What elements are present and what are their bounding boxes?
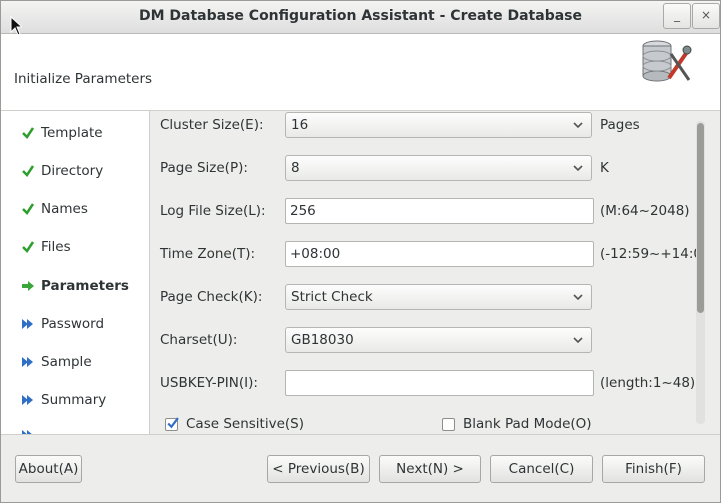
wizard-header: Initialize Parameters bbox=[1, 34, 720, 111]
button-bar: About(A) < Previous(B) Next(N) > Cancel(… bbox=[1, 434, 720, 502]
window-title: DM Database Configuration Assistant - Cr… bbox=[138, 8, 582, 24]
minimize-icon: _ bbox=[674, 8, 680, 22]
finish-button[interactable]: Finish(F) bbox=[602, 455, 705, 483]
checkbox-box[interactable] bbox=[165, 416, 179, 431]
database-config-icon bbox=[642, 40, 692, 82]
time-zone-range: (-12:59~+14:0 bbox=[600, 246, 696, 262]
scrollbar-thumb[interactable] bbox=[697, 123, 704, 313]
checkmark-icon bbox=[167, 416, 179, 428]
cluster-size-value: 16 bbox=[291, 117, 309, 133]
double-arrow-icon bbox=[22, 357, 33, 367]
step-label: Password bbox=[41, 316, 105, 332]
usbkey-pin-label: USBKEY-PIN(I): bbox=[160, 375, 258, 391]
step-names[interactable]: Names bbox=[21, 199, 88, 219]
page-size-select[interactable]: 8 bbox=[285, 155, 592, 181]
chevron-down-icon bbox=[573, 294, 583, 301]
previous-button[interactable]: < Previous(B) bbox=[267, 455, 370, 483]
parameters-panel: Cluster Size(E): 16 Pages Page Size(P): … bbox=[150, 111, 720, 434]
time-zone-input[interactable]: +08:00 bbox=[285, 241, 594, 267]
step-label: Names bbox=[41, 201, 88, 217]
blank-pad-mode-checkbox[interactable]: Blank Pad Mode(O) bbox=[442, 416, 592, 432]
time-zone-value: +08:00 bbox=[290, 246, 341, 262]
about-button[interactable]: About(A) bbox=[15, 455, 82, 483]
step-label: Template bbox=[41, 125, 103, 141]
step-parameters[interactable]: Parameters bbox=[21, 276, 129, 296]
page-size-unit: K bbox=[600, 160, 609, 176]
vertical-scrollbar[interactable] bbox=[696, 121, 705, 424]
cluster-size-unit: Pages bbox=[600, 117, 640, 133]
title-bar: DM Database Configuration Assistant - Cr… bbox=[1, 1, 720, 34]
usbkey-pin-input[interactable] bbox=[285, 370, 594, 396]
cluster-size-select[interactable]: 16 bbox=[285, 112, 592, 138]
blank-pad-mode-label: Blank Pad Mode(O) bbox=[463, 416, 592, 432]
chevron-down-icon bbox=[573, 165, 583, 172]
charset-select[interactable]: GB18030 bbox=[285, 327, 592, 353]
charset-label: Charset(U): bbox=[160, 332, 238, 348]
usbkey-pin-length: (length:1~48) bbox=[600, 375, 696, 391]
step-label: Files bbox=[41, 239, 71, 255]
case-sensitive-label: Case Sensitive(S) bbox=[186, 416, 304, 432]
step-label: Parameters bbox=[41, 278, 129, 294]
check-icon bbox=[22, 127, 35, 139]
arrow-right-icon bbox=[22, 281, 34, 291]
step-label: Summary bbox=[41, 392, 107, 408]
header-title: Initialize Parameters bbox=[14, 71, 153, 87]
step-label: Directory bbox=[41, 163, 104, 179]
page-check-select[interactable]: Strict Check bbox=[285, 284, 592, 310]
next-button[interactable]: Next(N) > bbox=[379, 455, 481, 483]
cancel-button[interactable]: Cancel(C) bbox=[490, 455, 593, 483]
checkbox-box[interactable] bbox=[442, 417, 455, 431]
check-icon bbox=[22, 241, 35, 253]
chevron-down-icon bbox=[573, 122, 583, 129]
close-button[interactable]: × bbox=[692, 3, 720, 29]
log-file-size-value: 256 bbox=[290, 203, 316, 219]
step-label: Sample bbox=[41, 354, 92, 370]
close-icon: × bbox=[700, 8, 712, 22]
step-template[interactable]: Template bbox=[21, 123, 103, 143]
time-zone-label: Time Zone(T): bbox=[160, 246, 256, 262]
double-arrow-icon bbox=[22, 319, 33, 329]
step-password[interactable]: Password bbox=[21, 314, 104, 334]
mouse-pointer-icon bbox=[10, 16, 22, 36]
page-size-label: Page Size(P): bbox=[160, 160, 248, 176]
log-file-size-label: Log File Size(L): bbox=[160, 203, 266, 219]
minimize-button[interactable]: _ bbox=[663, 3, 691, 29]
page-size-value: 8 bbox=[291, 160, 300, 176]
dialog-window: DM Database Configuration Assistant - Cr… bbox=[0, 0, 721, 503]
chevron-down-icon bbox=[573, 337, 583, 344]
cluster-size-label: Cluster Size(E): bbox=[160, 117, 264, 133]
step-files[interactable]: Files bbox=[21, 237, 71, 257]
step-summary[interactable]: Summary bbox=[21, 390, 106, 410]
check-icon bbox=[22, 203, 35, 215]
wizard-steps-list: Template Directory Names Files Parameter… bbox=[1, 111, 150, 434]
check-icon bbox=[22, 165, 35, 177]
double-arrow-icon bbox=[22, 395, 33, 405]
log-file-size-input[interactable]: 256 bbox=[285, 198, 594, 224]
step-sample[interactable]: Sample bbox=[21, 352, 92, 372]
step-next-partial bbox=[21, 425, 41, 434]
page-check-label: Page Check(K): bbox=[160, 289, 263, 305]
log-file-size-range: (M:64~2048) bbox=[600, 203, 690, 219]
step-directory[interactable]: Directory bbox=[21, 161, 103, 181]
page-check-value: Strict Check bbox=[291, 289, 373, 305]
case-sensitive-checkbox[interactable]: Case Sensitive(S) bbox=[165, 416, 304, 432]
charset-value: GB18030 bbox=[291, 332, 354, 348]
